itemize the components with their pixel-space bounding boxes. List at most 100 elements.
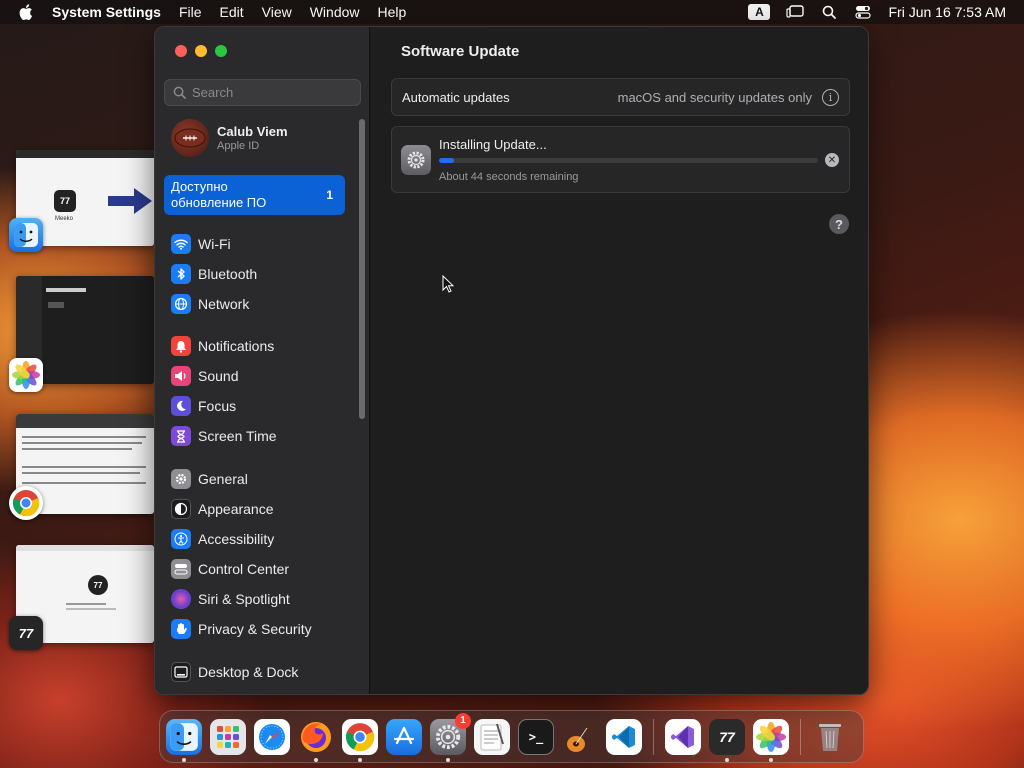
thumbnail-titlebar xyxy=(16,545,154,551)
sidebar-item-label: Appearance xyxy=(198,501,274,517)
sidebar-item-label: Screen Time xyxy=(198,428,277,444)
apple-menu-icon[interactable] xyxy=(0,4,52,20)
dock-firefox-icon[interactable] xyxy=(298,719,334,762)
dock-meeko-icon[interactable]: 77 xyxy=(709,718,745,762)
thumbnail-line xyxy=(22,442,142,444)
hand-icon xyxy=(171,619,191,639)
meeko-app-icon[interactable]: 77 xyxy=(9,616,43,650)
main-pane: Software Update Automatic updates macOS … xyxy=(370,27,868,694)
sidebar-item-privacy-security[interactable]: Privacy & Security xyxy=(171,614,312,644)
thumbnail-line xyxy=(22,448,132,450)
sidebar-item-appearance[interactable]: Appearance xyxy=(171,494,312,524)
search-input[interactable] xyxy=(192,85,352,100)
software-update-available-item[interactable]: Доступно обновление ПО 1 xyxy=(164,175,345,215)
meeko-logo-icon: 77 xyxy=(88,575,108,595)
dock-separator xyxy=(653,718,654,755)
zoom-window-button[interactable] xyxy=(215,45,227,57)
system-settings-window: Calub Viem Apple ID Доступно обновление … xyxy=(154,26,869,695)
thumbnail-line xyxy=(22,466,146,468)
sidebar-group-desktop: Desktop & Dock xyxy=(171,657,298,687)
view-menu[interactable]: View xyxy=(253,0,301,24)
running-indicator xyxy=(725,757,729,762)
sidebar-item-notifications[interactable]: Notifications xyxy=(171,331,277,361)
siri-icon xyxy=(171,589,191,609)
account-name: Calub Viem xyxy=(217,124,288,139)
photos-app-icon[interactable] xyxy=(9,358,43,392)
dock-finder-icon[interactable] xyxy=(166,718,202,762)
search-field[interactable] xyxy=(164,79,361,106)
installing-update-title: Installing Update... xyxy=(439,137,547,152)
notification-badge: 1 xyxy=(455,712,471,729)
running-indicator xyxy=(446,757,450,762)
dock-textedit-icon[interactable] xyxy=(474,718,510,755)
sidebar-item-label: Privacy & Security xyxy=(198,621,312,637)
dock-trash-icon[interactable] xyxy=(812,719,848,755)
thumbnail-heading xyxy=(46,288,86,292)
automatic-updates-row: Automatic updates macOS and security upd… xyxy=(391,78,850,116)
thumbnail-line xyxy=(66,608,116,610)
sidebar-item-desktop-dock[interactable]: Desktop & Dock xyxy=(171,657,298,687)
dock-system-settings-icon[interactable]: 1 xyxy=(430,712,471,762)
sidebar-item-siri-spotlight[interactable]: Siri & Spotlight xyxy=(171,584,312,614)
sidebar-item-focus[interactable]: Focus xyxy=(171,391,277,421)
help-button[interactable]: ? xyxy=(829,214,849,234)
dock: 1 >_ 77 xyxy=(159,710,864,763)
chrome-app-icon[interactable] xyxy=(9,486,43,520)
input-source-indicator[interactable]: A xyxy=(748,4,771,20)
update-progress-fill xyxy=(439,158,455,163)
file-menu[interactable]: File xyxy=(170,0,211,24)
thumbnail-toolbar xyxy=(16,414,154,428)
sidebar-scrollbar[interactable] xyxy=(359,119,365,419)
sidebar-item-screen-time[interactable]: Screen Time xyxy=(171,421,277,451)
dock-separator xyxy=(800,718,801,755)
sidebar-item-label: Bluetooth xyxy=(198,266,258,282)
help-menu[interactable]: Help xyxy=(369,0,416,24)
update-available-label: Доступно обновление ПО xyxy=(171,179,267,210)
sidebar-item-sound[interactable]: Sound xyxy=(171,361,277,391)
dock-garageband-icon[interactable] xyxy=(562,719,598,755)
sidebar-group-network: Wi-Fi Bluetooth Network xyxy=(171,229,257,319)
thumbnail-line xyxy=(22,436,146,438)
bell-icon xyxy=(171,336,191,356)
software-update-gear-icon xyxy=(401,145,431,175)
dock-photos-icon[interactable] xyxy=(753,718,789,762)
football-icon xyxy=(174,128,206,148)
sidebar: Calub Viem Apple ID Доступно обновление … xyxy=(155,27,370,694)
window-menu[interactable]: Window xyxy=(301,0,369,24)
dock-app-store-icon[interactable] xyxy=(386,718,422,755)
accessibility-icon xyxy=(171,529,191,549)
menu-bar-clock[interactable]: Fri Jun 16 7:53 AM xyxy=(888,4,1006,20)
dock-launchpad-icon[interactable] xyxy=(210,718,246,755)
edit-menu[interactable]: Edit xyxy=(211,0,253,24)
dock-visual-studio-icon[interactable] xyxy=(665,718,701,755)
hourglass-icon xyxy=(171,426,191,446)
update-progress-bar xyxy=(439,158,818,163)
info-button[interactable]: i xyxy=(822,88,839,106)
dock-chrome-icon[interactable] xyxy=(342,718,378,762)
sidebar-item-bluetooth[interactable]: Bluetooth xyxy=(171,259,257,289)
automatic-updates-value: macOS and security updates only xyxy=(617,89,812,105)
wifi-icon xyxy=(171,234,191,254)
thumbnail-line xyxy=(22,482,146,484)
sidebar-item-accessibility[interactable]: Accessibility xyxy=(171,524,312,554)
close-window-button[interactable] xyxy=(175,45,187,57)
sidebar-item-network[interactable]: Network xyxy=(171,289,257,319)
dock-safari-icon[interactable] xyxy=(254,718,290,755)
control-center-icon[interactable] xyxy=(854,4,872,20)
sidebar-group-general: General Appearance Accessibility Control… xyxy=(171,464,312,644)
apple-id-account[interactable]: Calub Viem Apple ID xyxy=(171,119,288,157)
app-menu[interactable]: System Settings xyxy=(52,0,170,24)
moon-icon xyxy=(171,396,191,416)
dock-vscode-icon[interactable] xyxy=(606,718,642,755)
sidebar-item-label: Control Center xyxy=(198,561,290,577)
running-indicator xyxy=(769,757,773,762)
spotlight-search-icon[interactable] xyxy=(820,4,838,20)
cancel-update-button[interactable]: ✕ xyxy=(825,153,839,167)
sidebar-item-wifi[interactable]: Wi-Fi xyxy=(171,229,257,259)
sidebar-item-control-center[interactable]: Control Center xyxy=(171,554,312,584)
stage-manager-icon[interactable] xyxy=(786,4,805,20)
finder-app-icon[interactable] xyxy=(9,218,43,252)
sidebar-item-general[interactable]: General xyxy=(171,464,312,494)
minimize-window-button[interactable] xyxy=(195,45,207,57)
dock-terminal-icon[interactable]: >_ xyxy=(518,718,554,755)
